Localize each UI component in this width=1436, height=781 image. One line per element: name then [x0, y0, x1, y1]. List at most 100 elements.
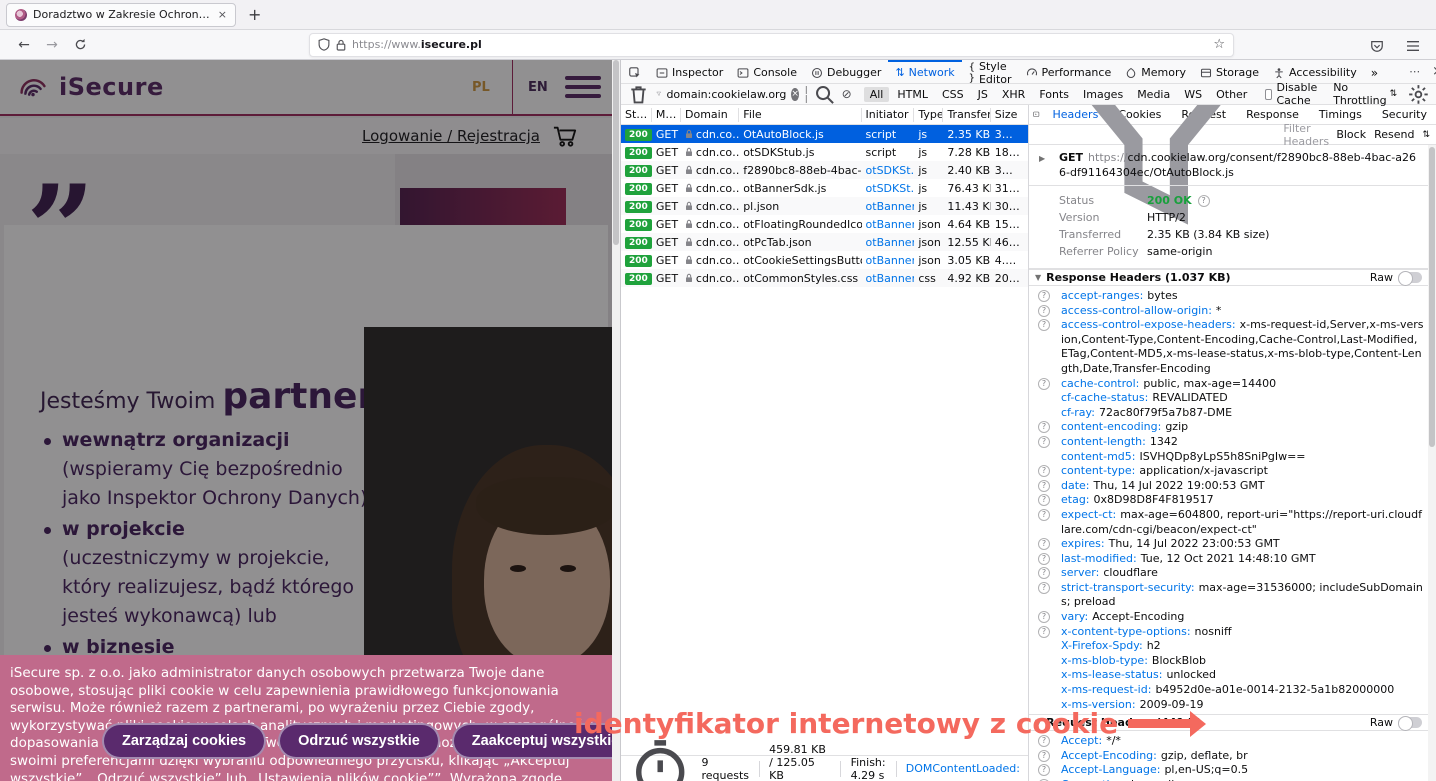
question-icon[interactable]: ? — [1038, 750, 1050, 762]
response-headers-section[interactable]: ▼ Response Headers (1.037 KB) Raw — [1029, 269, 1428, 286]
question-icon[interactable]: ? — [1038, 626, 1050, 638]
question-icon[interactable]: ? — [1038, 553, 1050, 565]
back-button[interactable]: ← — [10, 37, 38, 53]
question-icon[interactable]: ? — [1038, 509, 1050, 521]
tracking-shield-icon[interactable] — [318, 38, 330, 52]
request-row[interactable]: 200 GET cdn.co… pl.json otBanner… js 11.… — [621, 197, 1028, 215]
browser-tab[interactable]: Doradztwo w Zakresie Ochrony Dany × — [6, 3, 236, 27]
type-filter-button[interactable]: CSS — [936, 87, 970, 102]
type-filter-button[interactable]: Other — [1210, 87, 1253, 102]
type-filter-button[interactable]: Images — [1077, 87, 1129, 102]
header-row[interactable]: ? server:cloudflare — [1029, 566, 1428, 581]
type-filter-button[interactable]: Media — [1131, 87, 1176, 102]
type-filter-button[interactable]: HTML — [891, 87, 934, 102]
request-row[interactable]: 200 GET cdn.co… otBannerSdk.js otSDKSt… … — [621, 179, 1028, 197]
question-icon[interactable]: ? — [1038, 480, 1050, 492]
url-input[interactable]: https://www.isecure.pl ☆ — [309, 33, 1234, 57]
header-row[interactable]: ? expires:Thu, 14 Jul 2022 23:00:53 GMT — [1029, 537, 1428, 552]
question-icon[interactable]: ? — [1038, 436, 1050, 448]
meatball-menu-icon[interactable]: ⋯ — [1409, 65, 1420, 78]
tab-storage[interactable]: Storage — [1193, 60, 1266, 84]
pause-traffic-icon[interactable]: | | — [805, 85, 807, 103]
type-filter-button[interactable]: Fonts — [1033, 87, 1075, 102]
header-row[interactable]: ? accept-ranges:bytes — [1029, 289, 1428, 304]
throttling-dropdown[interactable]: No Throttling ⇅ — [1333, 81, 1397, 107]
request-url-block[interactable]: ▶ GEThttps://cdn.cookielaw.org/consent/f… — [1029, 145, 1428, 186]
tab-console[interactable]: Console — [730, 60, 804, 84]
header-row[interactable]: ? expect-ct:max-age=604800, report-uri="… — [1029, 508, 1428, 537]
header-row[interactable]: ? strict-transport-security:max-age=3153… — [1029, 581, 1428, 610]
more-tabs-chevron[interactable]: » — [1364, 60, 1385, 84]
request-row[interactable]: 200 GET cdn.co… f2890bc8-88eb-4bac-a266-… — [621, 161, 1028, 179]
question-icon[interactable]: ? — [1038, 494, 1050, 506]
close-devtools-icon[interactable]: × — [1432, 64, 1436, 79]
detail-scrollbar[interactable] — [1428, 145, 1436, 781]
reload-button[interactable] — [66, 37, 94, 53]
question-icon[interactable]: ? — [1038, 764, 1050, 776]
raw-toggle[interactable] — [1398, 272, 1422, 283]
tab-style-editor[interactable]: { } Style Editor — [962, 60, 1019, 84]
header-row[interactable]: ? date:Thu, 14 Jul 2022 19:00:53 GMT — [1029, 479, 1428, 494]
header-row[interactable]: ? X-Firefox-Spdy:h2 — [1029, 639, 1428, 654]
request-row[interactable]: 200 GET cdn.co… OtAutoBlock.js script js… — [621, 125, 1028, 143]
question-icon[interactable]: ? — [1038, 378, 1050, 390]
column-initiator[interactable]: Initiator — [862, 108, 915, 122]
bookmark-star-icon[interactable]: ☆ — [1213, 37, 1225, 52]
request-row[interactable]: 200 GET cdn.co… otPcTab.json otBanner… j… — [621, 233, 1028, 251]
header-row[interactable]: ? cf-cache-status:REVALIDATED — [1029, 391, 1428, 406]
type-filter-button[interactable]: JS — [972, 87, 994, 102]
question-icon[interactable]: ? — [1038, 319, 1050, 331]
header-row[interactable]: ? x-ms-blob-type:BlockBlob — [1029, 654, 1428, 669]
header-row[interactable]: ? vary:Accept-Encoding — [1029, 610, 1428, 625]
column-file[interactable]: File — [739, 108, 861, 122]
question-icon[interactable]: ? — [1038, 611, 1050, 623]
detail-tab[interactable]: Security — [1373, 105, 1436, 125]
clear-filter-icon[interactable]: × — [791, 88, 799, 101]
raw-toggle[interactable] — [1398, 717, 1422, 728]
manage-cookies-button[interactable]: Zarządzaj cookies — [102, 723, 266, 759]
pick-element-button[interactable] — [621, 60, 649, 84]
column-type[interactable]: Type — [914, 108, 943, 122]
search-icon[interactable] — [813, 83, 836, 106]
column-status[interactable]: St… — [621, 108, 652, 122]
tab-network[interactable]: ⇅ Network — [888, 60, 961, 84]
expander-icon[interactable]: ▶ — [1039, 151, 1045, 166]
header-row[interactable]: ? content-length:1342 — [1029, 435, 1428, 450]
question-icon[interactable]: ? — [1038, 465, 1050, 477]
new-tab-button[interactable]: + — [248, 5, 261, 24]
header-row[interactable]: ? content-encoding:gzip — [1029, 420, 1428, 435]
header-row[interactable]: ? access-control-allow-origin:* — [1029, 304, 1428, 319]
request-row[interactable]: 200 GET cdn.co… otSDKStub.js script js 7… — [621, 143, 1028, 161]
question-icon[interactable]: ? — [1038, 582, 1050, 594]
disable-cache-checkbox[interactable]: Disable Cache — [1265, 81, 1321, 107]
header-row[interactable]: ? content-type:application/x-javascript — [1029, 464, 1428, 479]
question-icon[interactable]: ? — [1038, 305, 1050, 317]
question-icon[interactable]: ? — [1038, 567, 1050, 579]
filter-urls-input[interactable]: domain:cookielaw.org × — [656, 88, 799, 101]
menu-hamburger-icon[interactable] — [1406, 35, 1420, 54]
header-row[interactable]: ? etag:0x8D98D8F4F819517 — [1029, 493, 1428, 508]
question-icon[interactable]: ? — [1038, 538, 1050, 550]
column-method[interactable]: M… — [652, 108, 681, 122]
tab-inspector[interactable]: Inspector — [649, 60, 730, 84]
tab-close-icon[interactable]: × — [218, 8, 227, 21]
header-row[interactable]: ? x-ms-lease-status:unlocked — [1029, 668, 1428, 683]
filter-headers-input[interactable]: Filter Headers — [1283, 122, 1330, 148]
question-icon[interactable]: ? — [1038, 290, 1050, 302]
header-row[interactable]: ? cf-ray:72ac80f79f5a7b87-DME — [1029, 406, 1428, 421]
header-row[interactable]: ? Accept-Encoding:gzip, deflate, br — [1029, 749, 1428, 764]
tab-debugger[interactable]: Debugger — [804, 60, 888, 84]
lock-icon[interactable] — [336, 38, 346, 51]
scrollbar-thumb[interactable] — [613, 60, 619, 245]
question-icon[interactable]: ? — [1038, 421, 1050, 433]
column-transferred[interactable]: Transferred — [943, 108, 990, 122]
header-row[interactable]: ? Accept-Language:pl,en-US;q=0.5 — [1029, 763, 1428, 778]
type-filter-button[interactable]: XHR — [996, 87, 1031, 102]
type-filter-button[interactable]: WS — [1178, 87, 1208, 102]
tab-performance[interactable]: Performance — [1019, 60, 1119, 84]
header-row[interactable]: ? x-ms-request-id:b4952d0e-a01e-0014-213… — [1029, 683, 1428, 698]
header-row[interactable]: ? last-modified:Tue, 12 Oct 2021 14:48:1… — [1029, 552, 1428, 567]
header-row[interactable]: ? cache-control:public, max-age=14400 — [1029, 377, 1428, 392]
column-size[interactable]: Size — [991, 108, 1028, 122]
forward-button[interactable]: → — [38, 37, 66, 53]
